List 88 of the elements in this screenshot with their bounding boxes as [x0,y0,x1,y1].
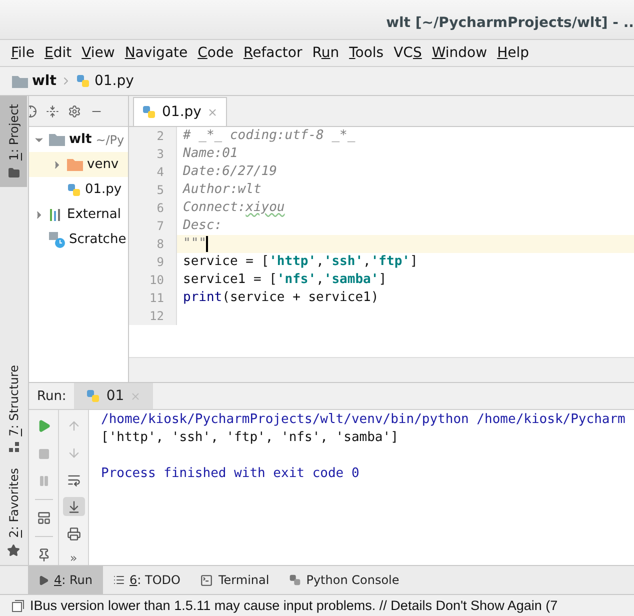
menu-item[interactable]: Refactor [238,45,308,61]
window-title: wlt [~/PycharmProjects/wlt] - .. [386,15,634,31]
menu-item[interactable]: Run [307,45,344,61]
line-number: 8 [129,235,177,253]
python-file-icon [67,182,81,196]
status-message: IBus version lower than 1.5.11 may cause input problems. // Details Don't Show Again (7 [30,598,558,613]
folder-icon [12,74,28,88]
menu-item[interactable]: VCS [388,45,427,61]
printer-icon [66,526,80,540]
tree-item-label: wlt [69,132,92,147]
code-line: """ [182,235,208,253]
tree-item-path: ~/Py [96,132,124,146]
scratch-clock-icon [49,232,65,248]
code-line: Author:wlt [182,181,262,199]
menu-item[interactable]: Help [492,45,534,61]
folder-icon [8,166,20,179]
python-file-icon [142,105,156,119]
tree-item[interactable]: Scratche [29,227,128,252]
pause-icon [38,475,50,488]
code-line: service = ['http','ssh','ftp'] [182,253,418,271]
code-line: # _*_ coding:utf-8 _*_ [182,127,356,145]
tree-item[interactable]: wlt ~/Py [29,127,128,152]
line-number: 4 [129,163,177,181]
terminal-icon [200,574,214,586]
wrap-icon [66,472,80,486]
code-line: Connect:xiyou [182,199,285,217]
pin-icon [36,548,50,562]
code-line: service1 = ['nfs','samba'] [182,271,387,289]
folder-icon [67,158,83,171]
tree-item-label: External [67,207,121,222]
console-line: /home/kiosk/PycharmProjects/wlt/venv/bin/python /home/kiosk/Pycharm [101,412,626,429]
code-line: print(service + service1) [182,289,379,307]
run-tab[interactable]: 01 [74,383,154,409]
menu-item[interactable]: Window [426,45,492,61]
menu-item[interactable]: View [76,45,120,61]
tool-window-tab[interactable]: 2: Favorites [0,460,27,565]
breadcrumb-item[interactable]: 01.py [94,73,134,89]
tool-window-tab[interactable]: 1: Project [0,96,27,187]
python-file-icon [86,389,100,403]
menu-item[interactable]: Code [192,45,238,61]
breadcrumb-item[interactable]: wlt [32,73,56,89]
library-bars-icon [49,208,63,221]
editor-tab[interactable]: 01.py [133,97,228,126]
line-number: 9 [129,253,177,271]
tree-item-label: 01.py [85,182,122,197]
tool-window-tab[interactable]: 6: TODO [102,566,190,594]
menu-item[interactable]: Tools [344,45,389,61]
tree-item[interactable]: External [29,202,128,227]
structure-icon [8,442,18,452]
layout-icon [36,511,50,526]
tree-item[interactable]: 01.py [29,177,128,202]
tool-window-tab[interactable]: 7: Structure [0,356,27,460]
line-number: 11 [129,289,177,307]
tree-item-label: venv [87,157,119,172]
line-number: 10 [129,271,177,289]
settings-icon[interactable] [68,104,81,118]
more-button[interactable]: » [70,551,78,565]
menu-item[interactable]: File [6,45,40,61]
tool-window-tab[interactable]: Python Console [279,566,410,594]
tree-item[interactable]: venv [29,152,128,177]
line-number: 7 [129,217,177,235]
menu-item[interactable]: Edit [39,45,77,61]
python-file-icon [76,74,90,88]
line-number: 12 [129,307,177,325]
menu-item[interactable]: Navigate [120,45,193,61]
play-icon [36,418,50,433]
line-number: 3 [129,145,177,163]
scroll-to-end-icon [66,500,80,514]
play-icon [38,574,49,586]
console-line: ['http', 'ssh', 'ftp', 'nfs', 'samba'] [101,430,400,447]
line-number: 2 [129,127,177,145]
line-number: 5 [129,181,177,199]
code-line: Date:6/27/19 [182,163,277,181]
run-panel-label: Run: [36,388,68,406]
python-icon [289,574,302,586]
code-line: Name:01 [182,145,238,163]
checkbox-icon[interactable] [12,600,24,612]
scroll-to-end-button[interactable] [62,497,84,516]
stop-icon [38,448,50,460]
star-icon [7,544,20,557]
tree-item-label: Scratche [69,232,126,247]
tool-window-tab[interactable]: Terminal [190,566,280,594]
console-line: Process finished with exit code 0 [101,466,360,483]
tool-window-tab[interactable]: 4: Run [28,566,103,594]
collapse-all-icon[interactable] [46,104,59,118]
line-number: 6 [129,199,177,217]
folder-icon [49,133,65,146]
code-line: Desc: [182,217,222,235]
